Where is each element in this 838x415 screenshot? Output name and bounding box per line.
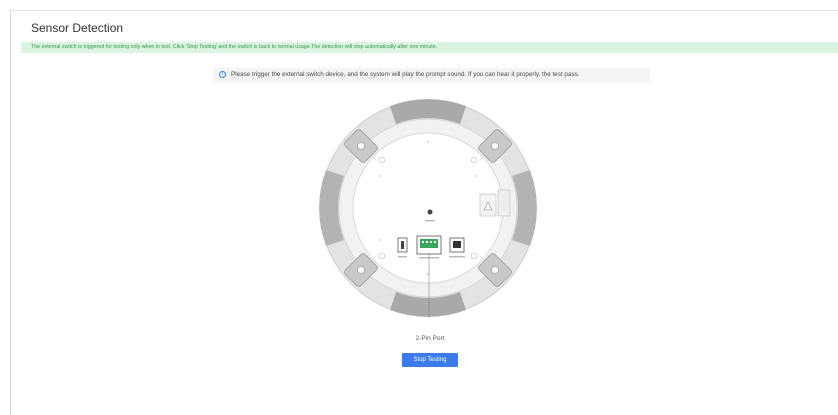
info-circle-icon: i — [219, 71, 226, 78]
instruction-notice: i Please trigger the external switch dev… — [213, 68, 650, 82]
port-label: 2-Pin Port — [415, 335, 445, 342]
stop-testing-button[interactable]: Stop Testing — [402, 353, 458, 367]
panel-title: Sensor Detection — [31, 21, 124, 35]
info-banner: The external switch is triggered for tes… — [21, 42, 838, 53]
device-diagram — [319, 99, 537, 318]
instruction-text: Please trigger the external switch devic… — [231, 71, 580, 78]
